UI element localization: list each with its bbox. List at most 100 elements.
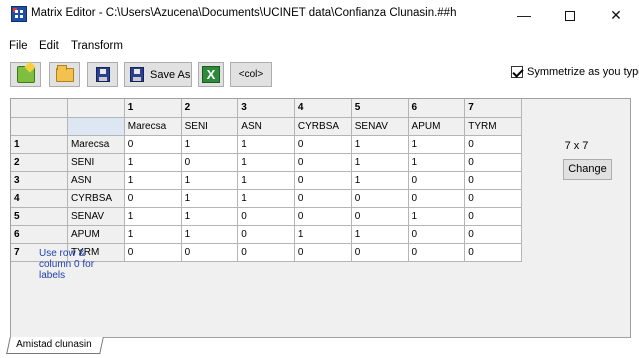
matrix-cell[interactable]: 0 <box>294 171 352 190</box>
matrix-cell[interactable]: 0 <box>294 207 352 226</box>
sheet-tab[interactable]: Amistad clunasin <box>6 337 104 354</box>
matrix-cell[interactable]: 1 <box>181 189 239 208</box>
empty-cell <box>237 261 295 279</box>
excel-export-button[interactable]: X <box>198 62 224 87</box>
matrix-cell[interactable]: 0 <box>294 243 352 262</box>
corner-cell <box>11 99 68 118</box>
matrix-cell[interactable]: 0 <box>408 225 466 244</box>
matrix-cell[interactable]: 1 <box>408 207 466 226</box>
matrix-cell[interactable]: 1 <box>408 153 466 172</box>
matrix-cell[interactable]: 0 <box>408 171 466 190</box>
matrix-cell[interactable]: 0 <box>181 243 239 262</box>
matrix-cell[interactable]: 1 <box>294 225 352 244</box>
row-label-6[interactable]: APUM <box>67 225 125 244</box>
new-button[interactable] <box>10 62 41 87</box>
column-label-1[interactable]: Marecsa <box>124 117 182 136</box>
column-number-1[interactable]: 1 <box>124 99 182 118</box>
matrix-cell[interactable]: 1 <box>181 207 239 226</box>
row-label-1[interactable]: Marecsa <box>67 135 125 154</box>
matrix-cell[interactable]: 0 <box>351 189 409 208</box>
matrix-cell[interactable]: 0 <box>124 135 182 154</box>
matrix-cell[interactable]: 0 <box>124 243 182 262</box>
matrix-cell[interactable]: 0 <box>294 189 352 208</box>
column-number-7[interactable]: 7 <box>464 99 522 118</box>
matrix-cell[interactable]: 1 <box>351 171 409 190</box>
row-number-5[interactable]: 5 <box>11 207 68 226</box>
matrix-cell[interactable]: 1 <box>408 135 466 154</box>
matrix-cell[interactable]: 1 <box>181 225 239 244</box>
new-file-icon <box>16 66 35 83</box>
close-button[interactable]: ✕ <box>593 0 639 30</box>
maximize-button[interactable] <box>547 0 593 30</box>
matrix-cell[interactable]: 0 <box>237 207 295 226</box>
column-label-4[interactable]: CYRBSA <box>294 117 352 136</box>
column-number-5[interactable]: 5 <box>351 99 409 118</box>
row-number-6[interactable]: 6 <box>11 225 68 244</box>
column-label-7[interactable]: TYRM <box>464 117 522 136</box>
symmetrize-checkbox[interactable]: Symmetrize as you type <box>511 66 639 78</box>
matrix-cell[interactable]: 0 <box>464 153 522 172</box>
row-label-5[interactable]: SENAV <box>67 207 125 226</box>
matrix-cell[interactable]: 0 <box>464 207 522 226</box>
matrix-cell[interactable]: 0 <box>464 225 522 244</box>
row-number-4[interactable]: 4 <box>11 189 68 208</box>
row-number-3[interactable]: 3 <box>11 171 68 190</box>
menu-file[interactable]: File <box>9 40 28 52</box>
matrix-cell[interactable]: 0 <box>294 153 352 172</box>
save-button[interactable] <box>87 62 118 87</box>
matrix-cell[interactable]: 0 <box>464 189 522 208</box>
matrix-grid[interactable]: 1 2 3 4 5 6 7 Marecsa SENI ASN CYRBSA SENAV APUM TYRM… <box>10 98 522 337</box>
column-label-6[interactable]: APUM <box>408 117 466 136</box>
change-button[interactable]: Change <box>563 159 612 180</box>
matrix-cell[interactable]: 0 <box>408 243 466 262</box>
column-number-4[interactable]: 4 <box>294 99 352 118</box>
column-number-3[interactable]: 3 <box>237 99 295 118</box>
matrix-cell[interactable]: 1 <box>237 153 295 172</box>
matrix-cell[interactable]: 0 <box>237 225 295 244</box>
matrix-cell[interactable]: 0 <box>181 153 239 172</box>
column-label-row: Marecsa SENI ASN CYRBSA SENAV APUM TYRM <box>11 116 522 136</box>
row-number-1[interactable]: 1 <box>11 135 68 154</box>
row-label-3[interactable]: ASN <box>67 171 125 190</box>
row-label-4[interactable]: CYRBSA <box>67 189 125 208</box>
matrix-cell[interactable]: 0 <box>464 171 522 190</box>
matrix-cell[interactable]: 1 <box>124 153 182 172</box>
open-button[interactable] <box>49 62 80 87</box>
matrix-cell[interactable]: 0 <box>408 189 466 208</box>
matrix-cell[interactable]: 0 <box>464 135 522 154</box>
matrix-cell[interactable]: 1 <box>351 225 409 244</box>
column-number-2[interactable]: 2 <box>181 99 239 118</box>
window-title: Matrix Editor - C:\Users\Azucena\Documen… <box>31 7 457 19</box>
row-label-2[interactable]: SENI <box>67 153 125 172</box>
matrix-cell[interactable]: 0 <box>237 243 295 262</box>
minimize-button[interactable]: — <box>501 0 547 30</box>
app-icon <box>11 6 27 22</box>
save-as-button[interactable]: Save As <box>124 62 192 87</box>
column-label-2[interactable]: SENI <box>181 117 239 136</box>
matrix-cell[interactable]: 1 <box>237 171 295 190</box>
menu-edit[interactable]: Edit <box>39 40 59 52</box>
column-label-5[interactable]: SENAV <box>351 117 409 136</box>
matrix-cell[interactable]: 1 <box>124 225 182 244</box>
matrix-cell[interactable]: 1 <box>237 135 295 154</box>
matrix-cell[interactable]: 0 <box>351 243 409 262</box>
matrix-cell[interactable]: 1 <box>181 135 239 154</box>
matrix-cell[interactable]: 1 <box>181 171 239 190</box>
matrix-cell[interactable]: 1 <box>351 135 409 154</box>
matrix-cell[interactable]: 0 <box>294 135 352 154</box>
column-label-3[interactable]: ASN <box>237 117 295 136</box>
matrix-cell[interactable]: 1 <box>124 171 182 190</box>
matrix-cell[interactable]: 1 <box>124 207 182 226</box>
empty-cell <box>351 279 409 297</box>
menu-transform[interactable]: Transform <box>71 40 123 52</box>
column-number-6[interactable]: 6 <box>408 99 466 118</box>
matrix-cell[interactable]: 0 <box>124 189 182 208</box>
matrix-cell[interactable]: 0 <box>351 207 409 226</box>
empty-cell <box>408 297 465 315</box>
matrix-cell[interactable]: 1 <box>237 189 295 208</box>
matrix-cell[interactable]: 1 <box>351 153 409 172</box>
row-number-2[interactable]: 2 <box>11 153 68 172</box>
matrix-cell[interactable]: 0 <box>464 243 522 262</box>
col-button[interactable]: <col> <box>230 62 272 87</box>
selected-label-cell[interactable] <box>66 116 125 136</box>
